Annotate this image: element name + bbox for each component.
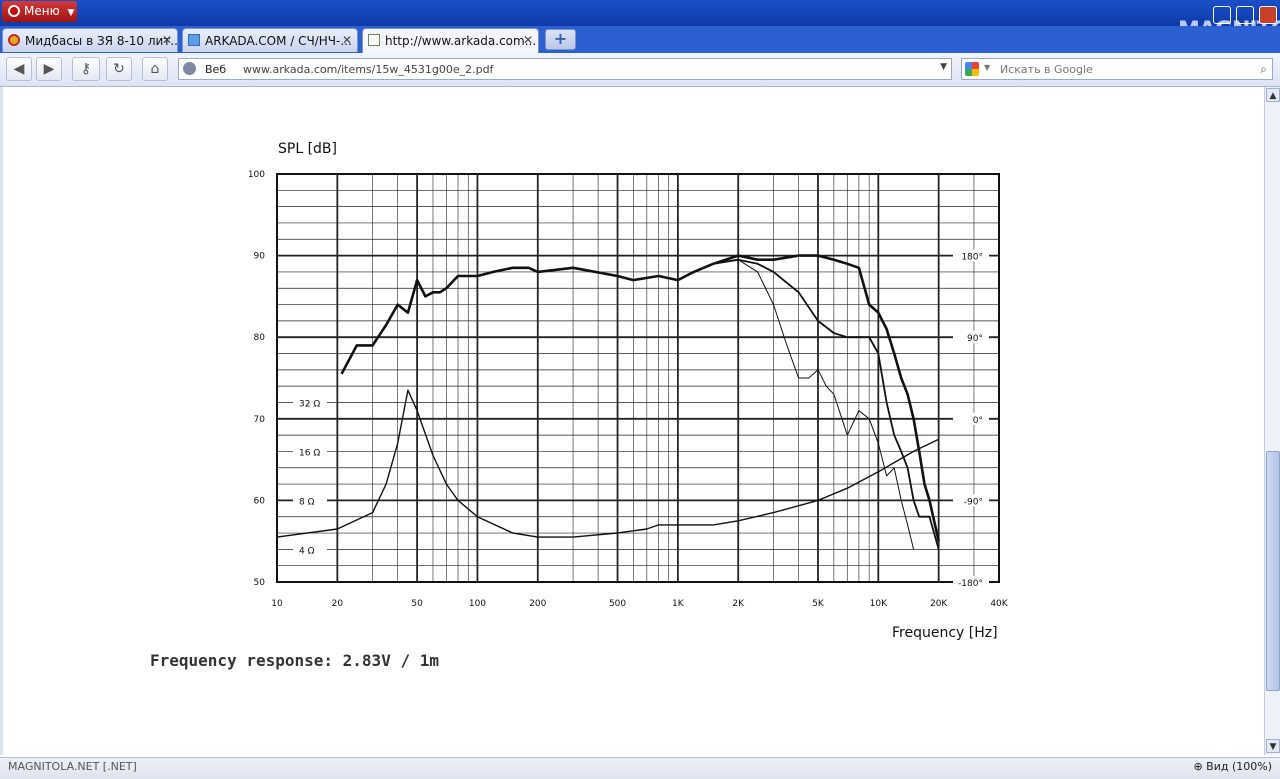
scrollbar-thumb[interactable] — [1266, 451, 1280, 691]
zoom-label: Вид (100%) — [1206, 760, 1272, 773]
maximize-button[interactable] — [1236, 6, 1254, 24]
zoom-icon: ⊕ — [1193, 760, 1207, 773]
search-icon[interactable]: ⌕ — [1260, 62, 1267, 77]
minimize-button[interactable] — [1213, 6, 1231, 24]
close-tab-icon[interactable]: ✕ — [162, 33, 172, 47]
back-button[interactable]: ◀ — [6, 57, 32, 81]
close-tab-icon[interactable]: ✕ — [523, 33, 533, 47]
document-favicon-icon — [368, 34, 380, 46]
opera-menu-button[interactable]: Меню ▼ — [2, 1, 77, 22]
tab-bar: Мидбасы в ЗЯ 8-10 лит... ✕ ARKADA.COM / … — [0, 26, 1280, 53]
menu-label: Меню — [24, 4, 60, 18]
vertical-scrollbar[interactable]: ▲ ▼ — [1264, 87, 1280, 755]
url-text[interactable]: www.arkada.com/items/15w_4531g00e_2.pdf — [243, 63, 493, 76]
browser-titlebar: Меню ▼ MAGNITOLA — [0, 0, 1280, 43]
globe-icon — [183, 62, 196, 75]
y-axis-label: SPL [dB] — [278, 141, 337, 157]
close-window-button[interactable] — [1259, 6, 1277, 24]
zoom-control[interactable]: ⊕ Вид (100%) — [1193, 760, 1272, 773]
tab-title: ARKADA.COM / СЧ/НЧ-... — [205, 34, 352, 48]
tab-title: Мидбасы в ЗЯ 8-10 лит... — [25, 34, 178, 48]
forum-favicon-icon — [8, 34, 20, 46]
chevron-down-icon[interactable]: ▼ — [940, 62, 947, 72]
x-axis-label: Frequency [Hz] — [892, 625, 998, 641]
opera-logo-icon — [8, 5, 20, 17]
status-bar: MAGNITOLA.NET [.NET] ⊕ Вид (100%) — [0, 757, 1280, 779]
forward-button[interactable]: ▶ — [36, 57, 62, 81]
search-field[interactable]: ▼ Искать в Google ⌕ — [961, 58, 1273, 80]
tab-title: http://www.arkada.com... — [385, 34, 537, 48]
home-button[interactable]: ⌂ — [142, 57, 168, 81]
tab-arkada[interactable]: ARKADA.COM / СЧ/НЧ-... ✕ — [182, 28, 358, 52]
close-tab-icon[interactable]: ✕ — [342, 33, 352, 47]
status-icons[interactable]: MAGNITOLA.NET [.NET] — [8, 760, 137, 773]
search-engine-label: Веб — [205, 63, 227, 76]
address-bar[interactable]: Веб www.arkada.com/items/15w_4531g00e_2.… — [178, 58, 952, 80]
scroll-up-button[interactable]: ▲ — [1266, 88, 1280, 102]
chevron-down-icon[interactable]: ▼ — [984, 63, 990, 72]
new-tab-button[interactable]: + — [545, 29, 576, 50]
google-icon[interactable] — [965, 62, 979, 76]
page-favicon-icon — [188, 34, 200, 46]
chevron-down-icon: ▼ — [67, 8, 75, 18]
search-placeholder: Искать в Google — [1000, 63, 1093, 76]
key-icon[interactable]: ⚷ — [72, 57, 100, 81]
reload-button[interactable]: ↻ — [106, 57, 132, 81]
tab-pdf[interactable]: http://www.arkada.com... ✕ — [362, 28, 539, 53]
navigation-toolbar: ◀ ▶ ⚷ ↻ ⌂ Веб www.arkada.com/items/15w_4… — [0, 53, 1280, 87]
scroll-down-button[interactable]: ▼ — [1266, 739, 1280, 753]
figure-caption: Frequency response: 2.83V / 1m — [150, 651, 439, 670]
tab-midbass[interactable]: Мидбасы в ЗЯ 8-10 лит... ✕ — [2, 28, 178, 52]
